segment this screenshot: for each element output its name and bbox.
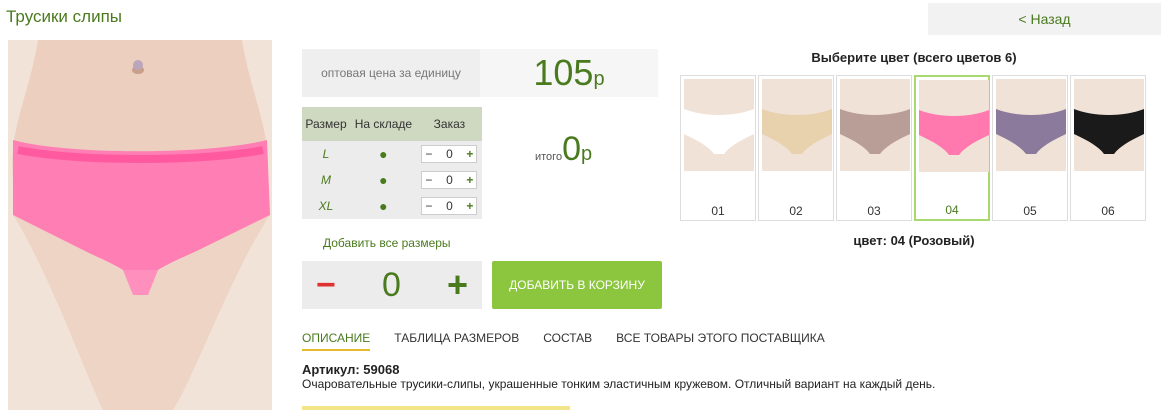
stepper-value[interactable]: 0: [446, 147, 453, 161]
add-to-cart-button[interactable]: ДОБАВИТЬ В КОРЗИНУ: [492, 261, 662, 309]
size-header: Размер: [302, 107, 350, 141]
swatch-label: 02: [789, 204, 803, 218]
swatch-label: 01: [711, 204, 725, 218]
quantity-stepper: −0 +: [421, 197, 478, 215]
article-number: Артикул: 59068: [302, 362, 399, 377]
plus-icon[interactable]: +: [466, 199, 473, 213]
stepper-value[interactable]: 0: [446, 199, 453, 213]
swatch-image: [840, 79, 910, 171]
stock-dot: ●: [350, 193, 417, 219]
color-swatch-03[interactable]: 03: [836, 75, 912, 221]
minus-icon[interactable]: −: [425, 199, 432, 213]
color-swatch-04[interactable]: 04: [914, 75, 990, 221]
article-value: 59068: [363, 362, 400, 377]
stock-dot: ●: [350, 167, 417, 193]
product-photo: [8, 40, 272, 410]
size-order-table: Размер На складе Заказ L ● −0 + M ● −0 + X…: [302, 107, 482, 219]
swatch-label: 04: [945, 203, 959, 217]
plus-icon[interactable]: +: [466, 147, 473, 161]
product-description: Очаровательные трусики-слипы, украшенные…: [302, 377, 936, 391]
swatch-image: [1074, 79, 1144, 171]
stock-dot: ●: [350, 141, 417, 167]
product-photo-image: [8, 40, 272, 410]
quantity-stepper-large: − 0 +: [302, 261, 482, 309]
product-tabs: ОПИСАНИЕ ТАБЛИЦА РАЗМЕРОВ СОСТАВ ВСЕ ТОВ…: [302, 331, 849, 351]
table-row: M ● −0 +: [302, 167, 482, 193]
swatch-label: 06: [1101, 204, 1115, 218]
table-row: XL ● −0 +: [302, 193, 482, 219]
plus-button[interactable]: +: [447, 267, 468, 303]
color-swatches: 01 02 03 04 05 06: [680, 75, 1148, 221]
quantity-stepper: −0 +: [421, 145, 478, 163]
color-swatch-05[interactable]: 05: [992, 75, 1068, 221]
order-header: Заказ: [416, 107, 482, 141]
price-number: 105: [533, 52, 594, 93]
plus-icon[interactable]: +: [466, 173, 473, 187]
total-value: 0: [562, 130, 581, 168]
color-swatch-06[interactable]: 06: [1070, 75, 1146, 221]
size-cell: XL: [302, 193, 350, 219]
add-all-sizes-link[interactable]: Добавить все размеры: [323, 236, 451, 250]
price-currency: р: [593, 68, 605, 90]
size-cell: M: [302, 167, 350, 193]
size-cell: L: [302, 141, 350, 167]
total-label: итого: [535, 151, 563, 163]
swatch-image: [684, 79, 754, 171]
minus-icon[interactable]: −: [425, 173, 432, 187]
stock-header: На складе: [350, 107, 417, 141]
tab-composition[interactable]: СОСТАВ: [543, 331, 592, 351]
stepper-value[interactable]: 0: [446, 173, 453, 187]
table-row: L ● −0 +: [302, 141, 482, 167]
tab-supplier-products[interactable]: ВСЕ ТОВАРЫ ЭТОГО ПОСТАВЩИКА: [616, 331, 825, 351]
tab-description[interactable]: ОПИСАНИЕ: [302, 331, 371, 351]
swatch-image: [996, 79, 1066, 171]
color-swatch-01[interactable]: 01: [680, 75, 756, 221]
page-title: Трусики слипы: [6, 7, 122, 26]
article-label: Артикул:: [302, 362, 360, 377]
quantity-stepper: −0 +: [421, 171, 478, 189]
color-swatch-02[interactable]: 02: [758, 75, 834, 221]
bottom-strip: [302, 406, 570, 410]
swatch-image: [919, 80, 989, 172]
back-button[interactable]: < Назад: [928, 3, 1161, 35]
color-heading: Выберите цвет (всего цветов 6): [811, 50, 1017, 65]
swatch-label: 03: [867, 204, 881, 218]
total-currency: р: [581, 143, 593, 165]
swatch-label: 05: [1023, 204, 1037, 218]
minus-button[interactable]: −: [316, 268, 336, 302]
order-total: итого0р: [535, 130, 592, 169]
price-label: оптовая цена за единицу: [302, 49, 480, 97]
tab-size-table[interactable]: ТАБЛИЦА РАЗМЕРОВ: [394, 331, 519, 351]
quantity-value[interactable]: 0: [382, 268, 401, 302]
swatch-image: [762, 79, 832, 171]
selected-color-text: цвет: 04 (Розовый): [853, 233, 975, 248]
price-value: 105р: [480, 49, 658, 97]
minus-icon[interactable]: −: [425, 147, 432, 161]
